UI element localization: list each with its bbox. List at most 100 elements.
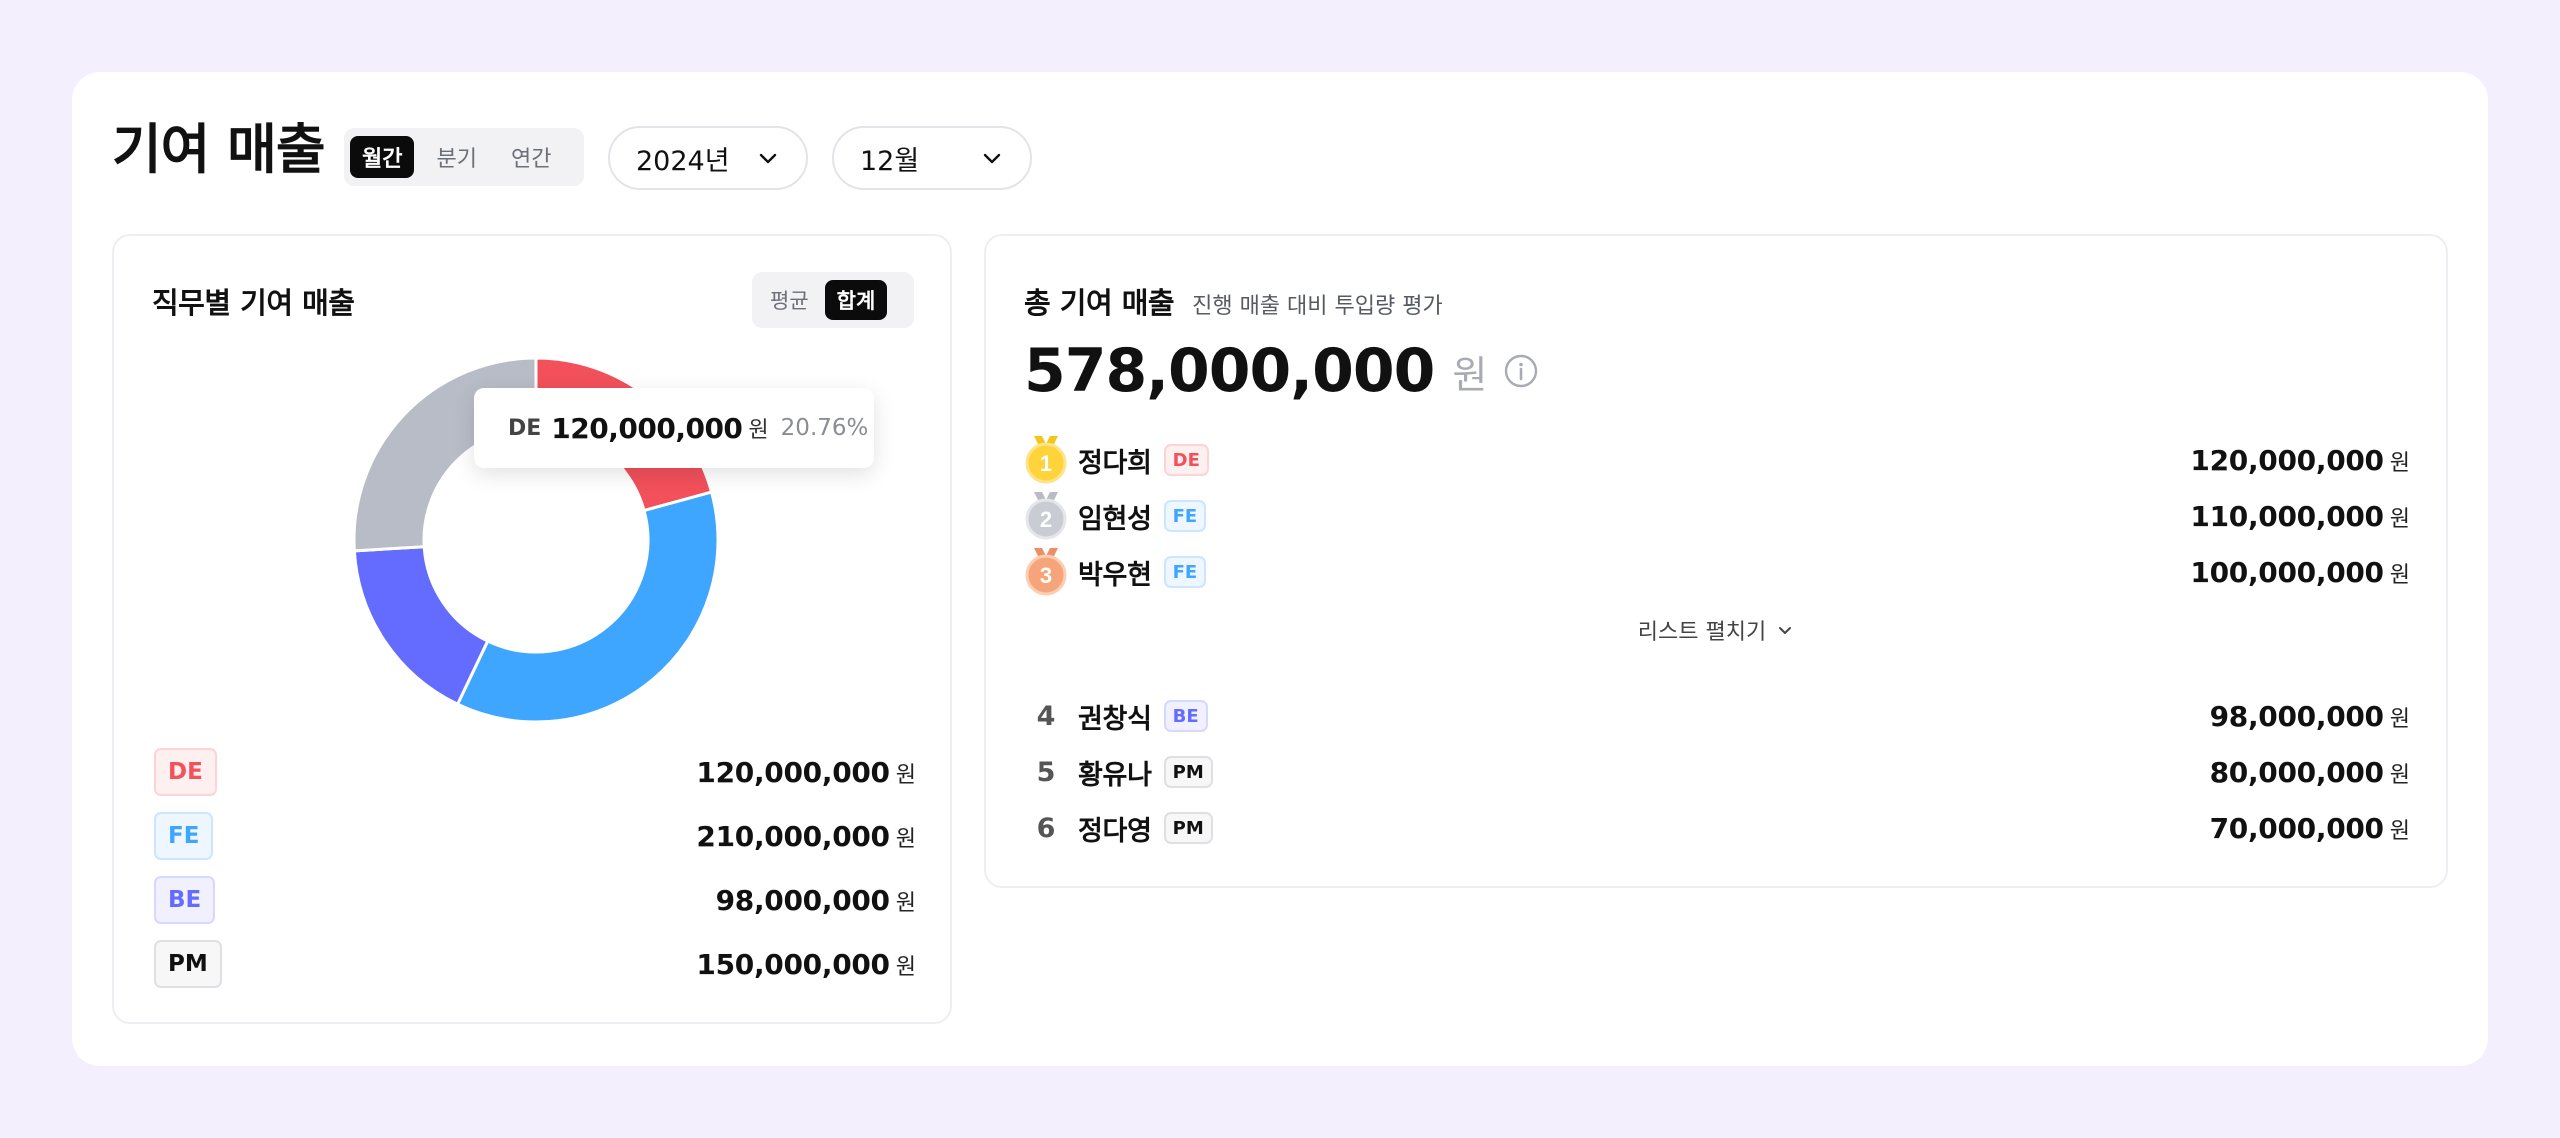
person-amount: 110,000,000 원 [2190, 500, 2410, 533]
amount-value: 120,000,000 [696, 755, 890, 789]
year-select[interactable]: 2024년 [608, 126, 808, 190]
chart-tooltip: DE 120,000,000 원 20.76% [474, 388, 874, 468]
tab-yearly[interactable]: 연간 [499, 136, 563, 178]
ranking-row: 4 권창식 BE 98,000,000 원 [1024, 688, 2410, 744]
ranking-row: 2 임현성 FE 110,000,000 원 [1024, 488, 2410, 544]
role-badge: DE [154, 748, 217, 796]
month-select-value: 12월 [860, 145, 920, 177]
role-badge: BE [1163, 700, 1208, 732]
amount-value: 210,000,000 [696, 819, 890, 853]
tab-sum[interactable]: 합계 [824, 280, 888, 320]
amount-unit: 원 [895, 762, 916, 788]
total-contribution-panel: 총 기여 매출 진행 매출 대비 투입량 평가 578,000,000 원 1 [984, 234, 2448, 888]
medal-rank: 1 [1040, 451, 1052, 476]
chevron-down-icon [1779, 627, 1792, 634]
tooltip-percent: 20.76% [780, 415, 869, 441]
gold-medal-icon: 1 [1025, 436, 1067, 484]
medal-rank: 2 [1040, 507, 1052, 532]
person-name: 임현성 [1078, 503, 1152, 535]
info-icon[interactable] [1503, 353, 1539, 389]
ranking-person: 5 황유나 PM [1024, 753, 1213, 792]
amount-value: 98,000,000 [2209, 699, 2384, 733]
ranking-person: 1 정다희 DE [1024, 436, 1209, 484]
rank-number: 6 [1036, 812, 1056, 844]
tooltip-unit: 원 [748, 418, 769, 443]
ranking-person: 6 정다영 PM [1024, 809, 1213, 848]
top-ranking-list: 1 정다희 DE 120,000,000 원 2 임현성 FE 110,000,… [1024, 432, 2410, 600]
amount-unit: 원 [2389, 562, 2410, 588]
legend-row: BE 98,000,000 원 [154, 868, 916, 932]
amount-value: 100,000,000 [2190, 555, 2384, 589]
amount-unit: 원 [2389, 762, 2410, 788]
ranking-person: 4 권창식 BE [1024, 697, 1208, 736]
panel-title: 직무별 기여 매출 [152, 286, 355, 320]
ranking-row: 5 황유나 PM 80,000,000 원 [1024, 744, 2410, 800]
silver-medal-icon: 2 [1025, 492, 1067, 540]
amount-value: 80,000,000 [2209, 755, 2384, 789]
panel-title: 총 기여 매출 [1024, 286, 1175, 320]
person-amount: 80,000,000 원 [2210, 756, 2410, 789]
amount-unit: 원 [2389, 450, 2410, 476]
total-amount: 578,000,000 원 [1024, 336, 1539, 406]
amount-unit: 원 [895, 890, 916, 916]
amount-unit: 원 [2389, 706, 2410, 732]
role-contribution-panel: 직무별 기여 매출 평균 합계 DE 120,000,000 원 20.76% … [112, 234, 952, 1024]
person-amount: 100,000,000 원 [2190, 556, 2410, 589]
period-segmented-control: 월간 분기 연간 [344, 128, 584, 186]
legend-amount: 210,000,000 원 [696, 820, 916, 853]
amount-unit: 원 [895, 826, 916, 852]
legend-amount: 120,000,000 원 [696, 756, 916, 789]
person-name: 정다영 [1078, 815, 1152, 847]
person-name: 권창식 [1078, 703, 1152, 735]
donut-slice-be[interactable] [352, 545, 490, 707]
tab-quarterly[interactable]: 분기 [424, 136, 488, 178]
legend-list: DE 120,000,000 원 FE 210,000,000 원 BE 98,00… [154, 740, 916, 996]
tooltip-value: 120,000,000 [551, 411, 743, 445]
tab-average[interactable]: 평균 [758, 280, 821, 320]
amount-value: 98,000,000 [715, 883, 890, 917]
expand-list-label: 리스트 펼치기 [1637, 620, 1767, 645]
ranking-row: 6 정다영 PM 70,000,000 원 [1024, 800, 2410, 856]
role-badge: FE [1163, 500, 1207, 532]
amount-value: 110,000,000 [2190, 499, 2384, 533]
ranking-row: 1 정다희 DE 120,000,000 원 [1024, 432, 2410, 488]
legend-row: PM 150,000,000 원 [154, 932, 916, 996]
tab-monthly[interactable]: 월간 [350, 136, 415, 178]
total-value: 578,000,000 [1024, 336, 1435, 406]
donut-slice-fe[interactable] [455, 490, 720, 724]
panel-subtitle: 진행 매출 대비 투입량 평가 [1192, 294, 1443, 319]
amount-unit: 원 [2389, 506, 2410, 532]
role-badge: PM [1163, 756, 1213, 788]
person-amount: 120,000,000 원 [2190, 444, 2410, 477]
ranking-person: 2 임현성 FE [1024, 492, 1207, 540]
legend-row: FE 210,000,000 원 [154, 804, 916, 868]
month-select[interactable]: 12월 [832, 126, 1032, 190]
panel-header: 총 기여 매출 진행 매출 대비 투입량 평가 [1024, 280, 1443, 322]
total-unit: 원 [1452, 352, 1488, 397]
amount-unit: 원 [895, 954, 916, 980]
year-select-value: 2024년 [636, 145, 730, 177]
mode-segmented-control: 평균 합계 [752, 272, 914, 328]
role-badge: PM [154, 940, 222, 988]
amount-value: 150,000,000 [696, 947, 890, 981]
legend-row: DE 120,000,000 원 [154, 740, 916, 804]
rank-number: 4 [1036, 700, 1056, 732]
legend-amount: 98,000,000 원 [716, 884, 916, 917]
amount-unit: 원 [2389, 818, 2410, 844]
rank-number: 5 [1036, 756, 1056, 788]
role-badge: BE [154, 876, 216, 924]
person-amount: 70,000,000 원 [2210, 812, 2410, 845]
role-badge: FE [154, 812, 214, 860]
person-amount: 98,000,000 원 [2210, 700, 2410, 733]
legend-amount: 150,000,000 원 [696, 948, 916, 981]
chevron-down-icon [759, 153, 777, 164]
person-name: 박우현 [1078, 559, 1152, 591]
person-name: 황유나 [1078, 759, 1152, 791]
chevron-down-icon [983, 153, 1001, 164]
bronze-medal-icon: 3 [1025, 548, 1067, 596]
person-name: 정다희 [1078, 447, 1152, 479]
tooltip-label: DE [508, 415, 542, 441]
role-badge: FE [1163, 556, 1207, 588]
amount-value: 70,000,000 [2209, 811, 2384, 845]
expand-list-button[interactable]: 리스트 펼치기 [986, 614, 2446, 646]
